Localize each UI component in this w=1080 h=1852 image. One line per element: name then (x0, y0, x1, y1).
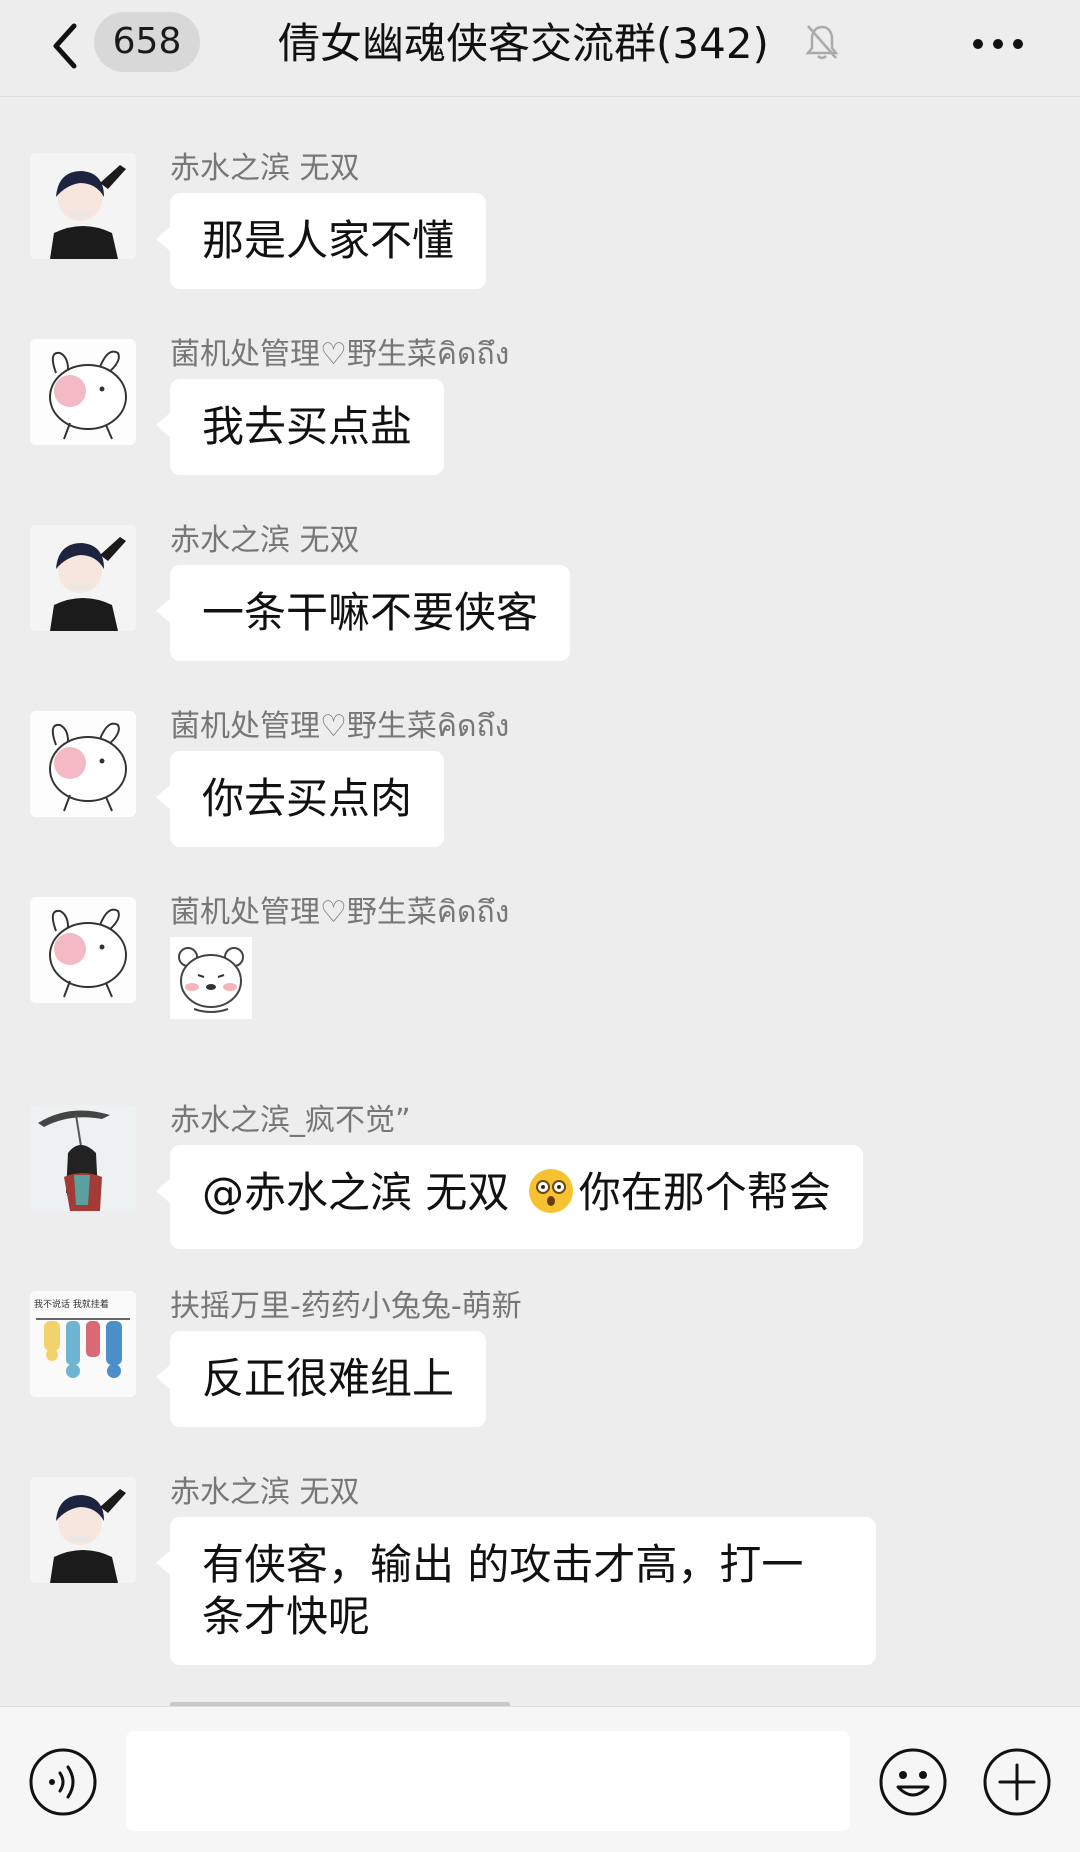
surprised-face-icon (527, 1167, 575, 1215)
sender-name: 扶摇万里-药药小兔兔-萌新 (170, 1289, 522, 1324)
smiley-icon (879, 1748, 947, 1816)
message-input[interactable] (126, 1731, 850, 1831)
sender-name: 菌机处管理♡野生菜คิดถึง (170, 709, 510, 744)
avatar[interactable] (30, 711, 136, 817)
bear-sticker[interactable] (170, 937, 252, 1019)
message-list[interactable]: 赤水之滨 无双 那是人家不懂 菌机处管理♡野生菜คิดถึง 我去买点盐 赤水之… (0, 97, 1080, 1701)
avatar[interactable] (30, 339, 136, 445)
avatar[interactable] (30, 153, 136, 259)
input-bar (0, 1706, 1080, 1852)
back-button[interactable] (46, 16, 86, 76)
ellipsis-icon (973, 39, 1023, 49)
voice-icon (29, 1748, 97, 1816)
message-bubble[interactable]: @赤水之滨 无双 你在那个帮会 (156, 1145, 863, 1249)
emoji-button[interactable] (878, 1747, 948, 1817)
message-bubble[interactable]: 有侠客，输出 的攻击才高，打一条才快呢 (156, 1517, 876, 1665)
plus-circle-icon (983, 1748, 1051, 1816)
message-bubble[interactable]: 我去买点盐 (155, 379, 445, 475)
more-functions-button[interactable] (982, 1747, 1052, 1817)
chat-header: 658 倩女幽魂侠客交流群(342) (0, 0, 1080, 97)
message-text: 你在那个帮会 (578, 1168, 831, 1217)
chat-title: 倩女幽魂侠客交流群(342) (278, 19, 769, 68)
sender-name: 赤水之滨 无双 (170, 151, 360, 186)
sender-name: 赤水之滨_疯不觉” (170, 1103, 411, 1138)
avatar[interactable] (30, 897, 136, 1003)
avatar-caption: 我不说话 我就挂着 (34, 1298, 109, 1310)
message-bubble[interactable]: 一条干嘛不要侠客 (155, 565, 571, 661)
avatar[interactable]: 我不说话 我就挂着 (30, 1291, 136, 1397)
avatar[interactable] (30, 1105, 136, 1211)
voice-button[interactable] (28, 1747, 98, 1817)
message-bubble[interactable]: 你去买点肉 (155, 751, 445, 847)
message-bubble[interactable]: 反正很难组上 (155, 1331, 487, 1427)
message-bubble[interactable]: 那是人家不懂 (155, 193, 487, 289)
chevron-left-icon (53, 23, 77, 69)
avatar[interactable] (30, 525, 136, 631)
bell-slash-icon (804, 22, 840, 62)
sender-name: 菌机处管理♡野生菜คิดถึง (170, 895, 510, 930)
unread-count-badge[interactable]: 658 (94, 12, 200, 72)
more-options-button[interactable] (968, 26, 1028, 62)
mention-text[interactable]: @赤水之滨 无双 (202, 1168, 523, 1217)
sender-name: 菌机处管理♡野生菜คิดถึง (170, 337, 510, 372)
sender-name: 赤水之滨 无双 (170, 523, 360, 558)
sender-name: 赤水之滨 无双 (170, 1475, 360, 1510)
avatar[interactable] (30, 1477, 136, 1583)
